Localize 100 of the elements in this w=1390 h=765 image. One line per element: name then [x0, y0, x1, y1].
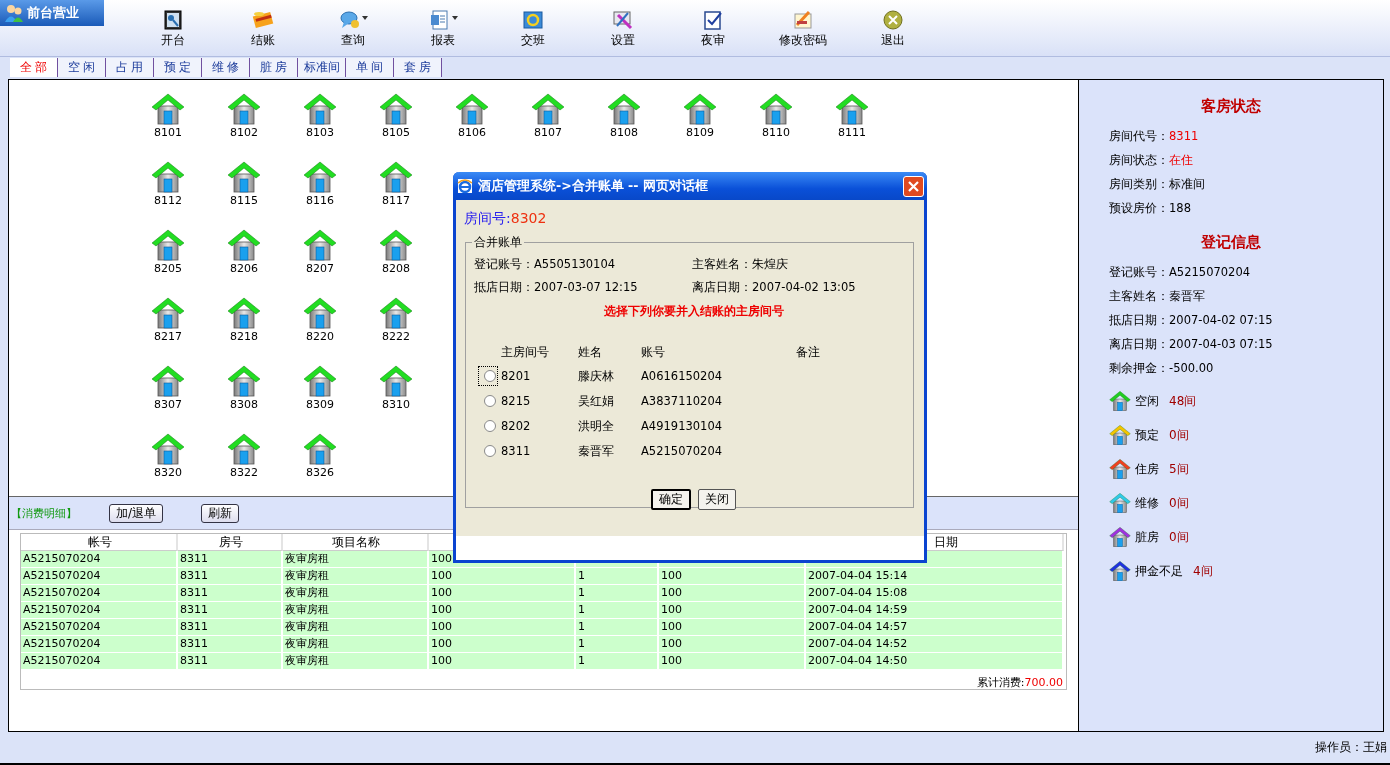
room-icon	[379, 228, 413, 262]
field-value: 2007-04-02 07:15	[1169, 312, 1273, 329]
dialog-button[interactable]: 确定	[651, 489, 691, 510]
filter-tab[interactable]: 预 定	[154, 58, 202, 77]
field-value: 在住	[1169, 152, 1193, 169]
room-number: 8115	[230, 194, 258, 207]
house-icon	[1109, 560, 1131, 582]
legend-count: 4间	[1193, 562, 1213, 580]
dialog-button[interactable]: 关闭	[698, 489, 736, 510]
toolbar-button[interactable]: 刷新	[201, 503, 240, 523]
room-number: 8117	[382, 194, 410, 207]
prompt-text: 选择下列你要并入结账的主房间号	[602, 303, 785, 320]
filter-tab[interactable]: 空 闲	[58, 58, 106, 77]
toolbar-button[interactable]: 修改密码	[758, 0, 848, 49]
room-number: 8320	[154, 466, 182, 479]
table-cell: 1	[576, 653, 659, 670]
field-label: 房间类别：	[1109, 176, 1169, 193]
filter-tab[interactable]: 脏 房	[250, 58, 298, 77]
field-label: 房间状态：	[1109, 152, 1169, 169]
toolbar-button[interactable]: 交班	[488, 0, 578, 49]
filter-tab[interactable]: 维 修	[202, 58, 250, 77]
filter-tab[interactable]: 单 间	[346, 58, 394, 77]
table-cell-text: 秦晋军	[578, 443, 615, 459]
toolbar-button[interactable]: 查询	[308, 0, 398, 49]
room-number: 8109	[686, 126, 714, 139]
dropdown-arrow-icon	[451, 16, 458, 20]
column-header: 账号	[641, 344, 666, 361]
toolbar-button[interactable]: 退出	[848, 0, 938, 49]
toolbar-button[interactable]: 结账	[218, 0, 308, 49]
room-icon	[379, 364, 413, 398]
info-label: 登记账号：	[474, 257, 534, 271]
legend-label: 预定	[1135, 426, 1159, 444]
filter-tab[interactable]: 全 部	[10, 58, 58, 77]
section-title: 客房状态	[1200, 96, 1262, 117]
column-header[interactable]: 帐号	[87, 535, 112, 549]
radio-button[interactable]	[483, 420, 496, 432]
table-cell: 夜审房租	[283, 602, 429, 619]
table-cell: 1	[576, 585, 659, 602]
table-cell: A5215070204	[21, 619, 178, 636]
column-header[interactable]: 项目名称	[332, 535, 380, 549]
room-icon	[379, 92, 413, 126]
toolbar-button[interactable]: 设置	[578, 0, 668, 49]
toolbar-button[interactable]: 开台	[128, 0, 218, 49]
table-cell-text: A5215070204	[641, 444, 724, 458]
field-value: 标准间	[1169, 176, 1205, 193]
room-icon	[227, 432, 261, 466]
radio-button[interactable]	[483, 445, 496, 457]
filter-tab[interactable]: 占 用	[106, 58, 154, 77]
column-header[interactable]: 房号	[218, 535, 243, 549]
toolbar-button[interactable]: 夜审	[668, 0, 758, 49]
table-cell: 夜审房租	[283, 551, 429, 568]
house-icon	[1109, 526, 1131, 548]
clipboard-check-icon	[702, 9, 724, 31]
info-value: 2007-04-02 13:05	[752, 280, 856, 294]
room-icon	[303, 432, 337, 466]
field-value: 8311	[1169, 128, 1199, 145]
room-icon	[227, 296, 261, 330]
close-button[interactable]	[903, 175, 924, 197]
filter-tab[interactable]: 标准间	[298, 58, 346, 77]
room-number: 8309	[306, 398, 334, 411]
legend-label: 脏房	[1135, 528, 1159, 546]
table-cell: 夜审房租	[283, 636, 429, 653]
house-icon	[1109, 458, 1131, 480]
filter-tab[interactable]: 套 房	[394, 58, 442, 77]
column-header[interactable]: 日期	[934, 535, 958, 549]
room-icon	[455, 92, 489, 126]
table-cell: 8311	[178, 653, 283, 670]
column-header: 主房间号	[501, 344, 550, 361]
table-cell: A5215070204	[21, 585, 178, 602]
room-icon	[759, 92, 793, 126]
table-cell-text: 吴红娟	[578, 393, 615, 409]
table-cell: A5215070204	[21, 551, 178, 568]
room-number: 8307	[154, 398, 182, 411]
table-cell-text: 洪明全	[578, 418, 615, 434]
room-number: 8110	[762, 126, 790, 139]
room-number: 8207	[306, 262, 334, 275]
dialog-title: 酒店管理系统->合并账单 -- 网页对话框	[478, 177, 709, 195]
info-value: 朱煌庆	[752, 257, 788, 271]
legend-count: 0间	[1169, 426, 1189, 444]
house-icon	[1109, 424, 1131, 446]
room-label: 房间号:	[464, 210, 511, 226]
room-icon	[607, 92, 641, 126]
legend-count: 0间	[1169, 494, 1189, 512]
table-cell: 夜审房租	[283, 585, 429, 602]
legend-count: 5间	[1169, 460, 1189, 478]
toolbar-button[interactable]: 加/退单	[109, 503, 164, 523]
table-cell: 100	[659, 585, 806, 602]
table-cell: 夜审房租	[283, 653, 429, 670]
room-icon	[151, 296, 185, 330]
table-cell: 夜审房租	[283, 619, 429, 636]
table-cell: 100	[429, 585, 576, 602]
room-number: 8205	[154, 262, 182, 275]
toolbar-button[interactable]: 报表	[398, 0, 488, 49]
total-value: 700.00	[1024, 676, 1063, 689]
app-title-tab[interactable]: 前台营业	[0, 0, 104, 26]
radio-button[interactable]	[483, 395, 496, 407]
room-value: 8302	[510, 210, 547, 226]
table-cell: 1	[576, 568, 659, 585]
radio-button[interactable]	[483, 370, 496, 382]
room-number: 8101	[154, 126, 182, 139]
